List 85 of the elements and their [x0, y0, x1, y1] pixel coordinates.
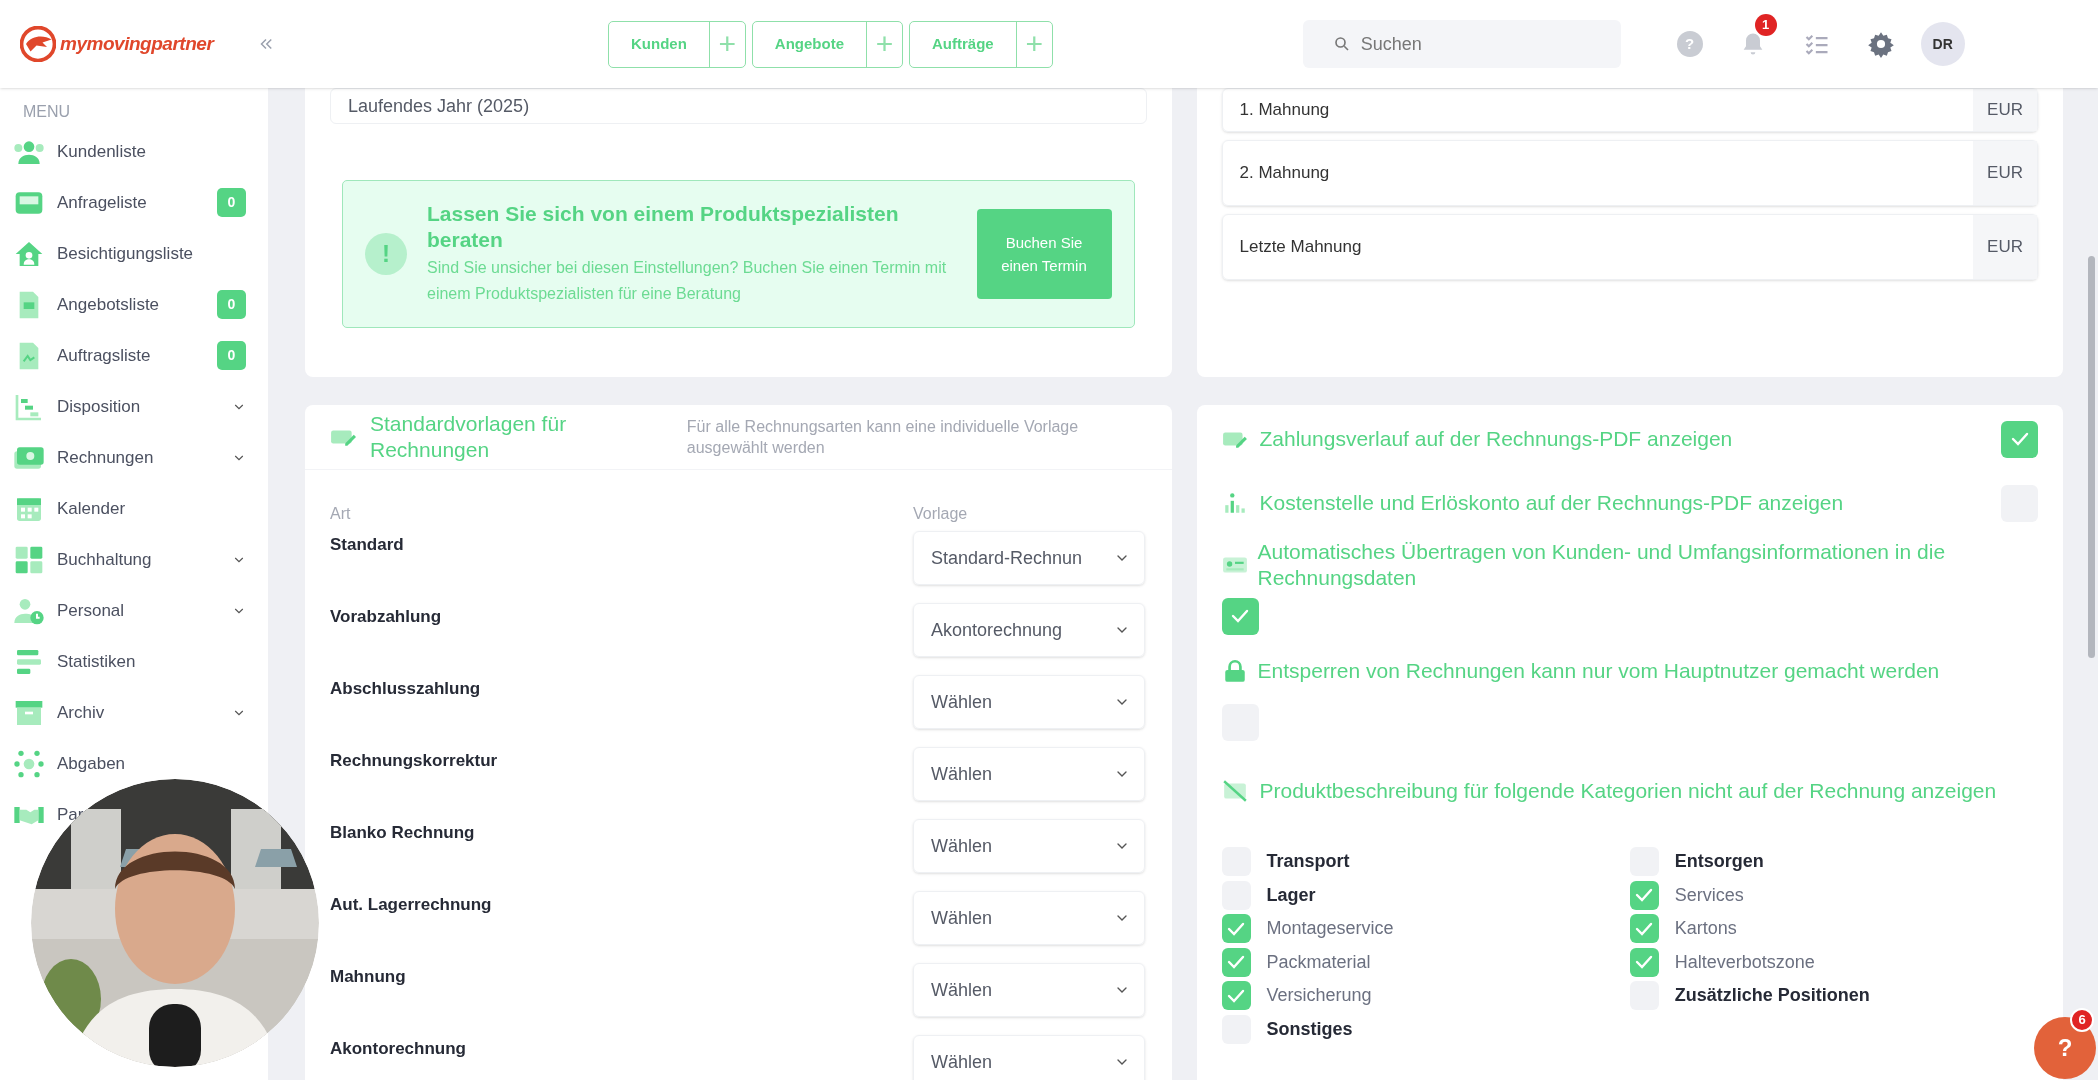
fee-field[interactable]: 1. Mahnung EUR — [1221, 88, 2038, 132]
checkbox[interactable] — [1629, 947, 1659, 977]
checkbox[interactable] — [1221, 981, 1251, 1011]
template-select[interactable]: Wählen — [913, 747, 1145, 801]
checkbox[interactable] — [1221, 597, 1259, 635]
count-badge: 0 — [217, 188, 246, 217]
sidebar-item[interactable]: Anfrageliste — [57, 192, 147, 212]
section-description: Für alle Rechnungsarten kann eine individuelle Vorlage ausgewählt werden — [686, 417, 1080, 458]
checkbox[interactable] — [1221, 914, 1251, 944]
invoice-type-label: Mahnung — [330, 966, 407, 988]
category-label: Entsorgen — [1674, 850, 1764, 874]
sidebar-item[interactable]: Besichtigungsliste — [57, 243, 194, 263]
currency-addon: EUR — [1973, 215, 2037, 279]
fee-label: 2. Mahnung — [1238, 162, 1331, 185]
menu-heading: MENU — [22, 102, 71, 122]
template-select[interactable]: Wählen — [913, 1035, 1145, 1080]
template-select[interactable]: Akontorechnung — [913, 603, 1145, 657]
setting-label: Zahlungsverlauf auf der Rechnungs-PDF anzeigen — [1259, 426, 1734, 452]
category-label: Kartons — [1674, 917, 1737, 941]
search-field[interactable]: Suchen — [1302, 20, 1621, 68]
fee-field[interactable]: Letzte Mahnung EUR — [1221, 214, 2038, 280]
checkbox[interactable] — [2001, 420, 2038, 458]
settings-icon — [1866, 30, 1895, 58]
category-label: Zusätzliche Positionen — [1674, 984, 1870, 1008]
template-select[interactable]: Wählen — [913, 963, 1145, 1017]
count-badge: 6 — [2070, 1008, 2094, 1032]
fee-field[interactable]: 2. Mahnung EUR — [1221, 140, 2038, 206]
hidden-image-icon — [1221, 778, 1248, 804]
invoice-type-label: Blanko Rechnung — [330, 822, 476, 844]
column-header: Art — [330, 504, 352, 524]
template-select[interactable]: Wählen — [913, 891, 1145, 945]
category-label: Sonstiges — [1266, 1017, 1353, 1041]
category-label: Services — [1674, 883, 1744, 907]
invoice-type-label: Standard — [330, 534, 405, 556]
invoice-type-label: Rechnungskorrektur — [330, 750, 499, 772]
category-label: Transport — [1266, 850, 1350, 874]
checkbox[interactable] — [1221, 947, 1251, 977]
notification-count: 1 — [1754, 14, 1777, 36]
currency-addon: EUR — [1973, 89, 2037, 131]
fee-label: Letzte Mahnung — [1238, 236, 1363, 259]
logo-text: mymovingpartner — [60, 31, 214, 56]
count-badge: 0 — [217, 290, 246, 319]
search-icon — [1332, 35, 1351, 53]
checkbox[interactable] — [1629, 880, 1659, 910]
category-label: Halteverbotszone — [1674, 950, 1815, 974]
sidebar-item[interactable]: Kalender — [57, 498, 126, 518]
sidebar-item[interactable]: Rechnungen — [57, 447, 154, 467]
template-select[interactable]: Standard-Rechnun — [913, 531, 1145, 585]
template-select[interactable]: Wählen — [913, 819, 1145, 873]
sidebar-item[interactable]: Buchhaltung — [57, 549, 152, 569]
category-label: Montageservice — [1266, 917, 1394, 941]
banner-text: Sind Sie unsicher bei diesen Einstellungen? Buchen Sie einen Termin mit einem Produktspezialisten für eine Beratung — [427, 258, 948, 304]
setting-label: Automatisches Übertragen von Kunden- und Umfangsinformationen in die Rechnungsdaten — [1257, 539, 1947, 591]
column-header: Vorlage — [913, 504, 968, 524]
scrollbar-thumb[interactable] — [2088, 256, 2095, 658]
setting-label: Entsperren von Rechnungen kann nur vom Hauptnutzer gemacht werden — [1257, 658, 1941, 684]
setting-label: Produktbeschreibung für folgende Kategorien nicht auf der Rechnung anzeigen — [1259, 778, 1998, 804]
category-label: Packmaterial — [1266, 950, 1371, 974]
count-badge: 0 — [217, 341, 246, 370]
sidebar-item[interactable]: Archiv — [57, 702, 105, 722]
sidebar-item[interactable]: Angebotsliste — [57, 294, 160, 314]
sidebar-item[interactable]: Abgaben — [57, 753, 126, 773]
period-select[interactable]: Laufendes Jahr (2025) — [330, 88, 1147, 124]
category-label: Versicherung — [1266, 984, 1372, 1008]
invoice-type-label: Akontorechnung — [330, 1038, 467, 1060]
user-avatar[interactable]: DR — [1920, 22, 1965, 66]
banner-title: Lassen Sie sich von einem Produktspezialisten beraten — [427, 201, 900, 253]
invoice-type-label: Vorabzahlung — [330, 606, 443, 628]
sidebar-item[interactable]: Disposition — [57, 396, 141, 416]
template-select[interactable]: Wählen — [913, 675, 1145, 729]
sidebar-item[interactable]: Auftragsliste — [57, 345, 151, 365]
settings-button[interactable] — [1866, 30, 1895, 58]
sidebar-item[interactable]: Personal — [57, 600, 125, 620]
category-label: Lager — [1266, 883, 1316, 907]
invoice-type-label: Aut. Lagerrechnung — [330, 894, 493, 916]
fee-label: 1. Mahnung — [1238, 99, 1331, 122]
bird-logo-icon — [20, 26, 56, 62]
setting-label: Kostenstelle und Erlöskonto auf der Rechnungs-PDF anzeigen — [1259, 490, 1845, 516]
section-title: Standardvorlagen für Rechnungen — [370, 411, 568, 463]
sidebar-item[interactable]: Statistiken — [57, 651, 136, 671]
invoice-type-label: Abschlusszahlung — [330, 678, 482, 700]
checkbox[interactable] — [1629, 914, 1659, 944]
alert-icon: ! — [365, 233, 407, 275]
currency-addon: EUR — [1973, 141, 2037, 205]
sidebar-item[interactable]: Kundenliste — [57, 141, 146, 161]
